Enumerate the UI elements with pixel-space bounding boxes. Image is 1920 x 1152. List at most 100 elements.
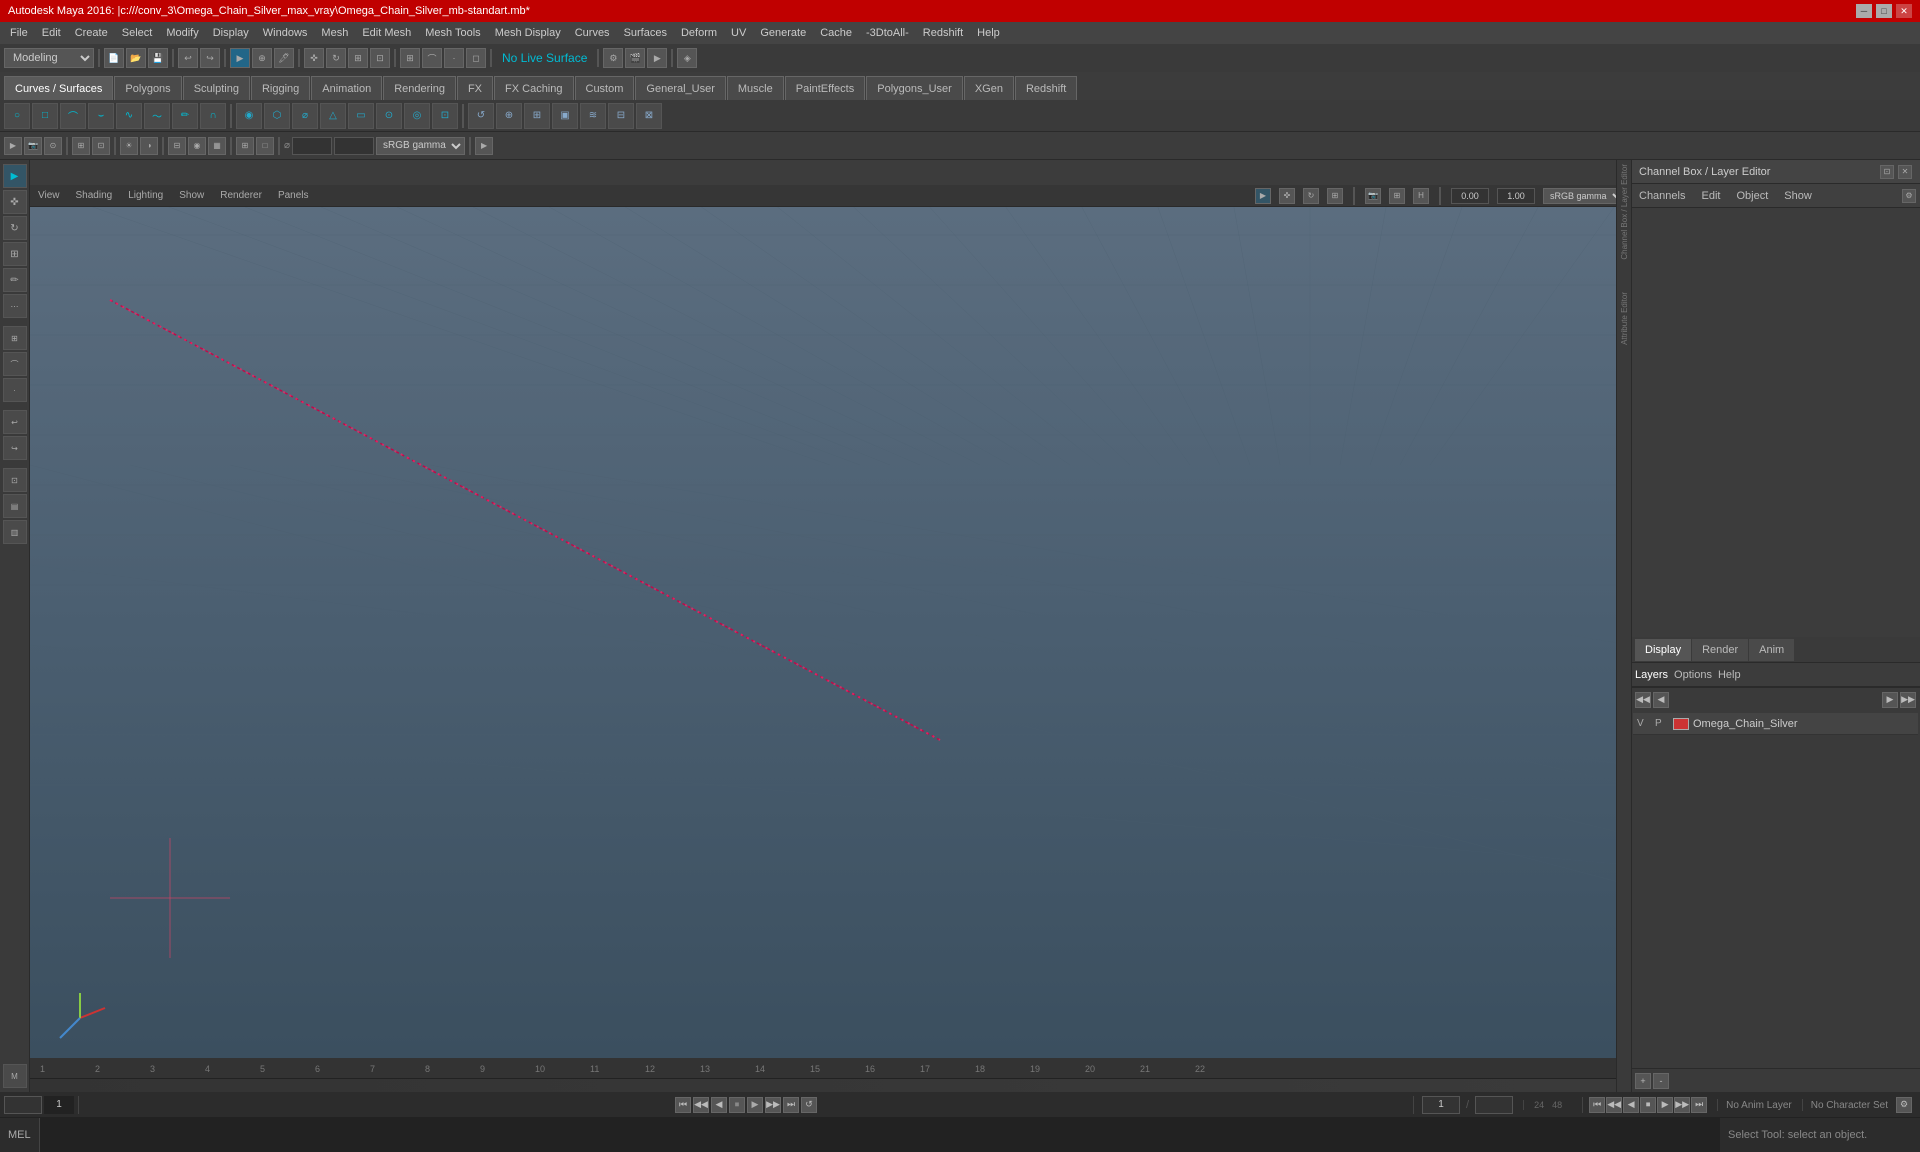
view-menu[interactable]: View <box>34 190 64 201</box>
shelf-ep-curve[interactable]: ∿ <box>116 103 142 129</box>
menu-redshift[interactable]: Redshift <box>917 25 969 41</box>
camera-btn[interactable]: 📷 <box>24 137 42 155</box>
rotate-btn[interactable]: ↻ <box>326 48 346 68</box>
tab-custom[interactable]: Custom <box>575 76 635 100</box>
vp-grid-btn[interactable]: ⊞ <box>1389 188 1405 204</box>
pb-rewind2[interactable]: ⏮ <box>1589 1097 1605 1113</box>
move-btn[interactable]: ✜ <box>304 48 324 68</box>
close-button[interactable]: ✕ <box>1896 4 1912 18</box>
maximize-button[interactable]: □ <box>1876 4 1892 18</box>
mel-btn[interactable]: M <box>3 1064 27 1088</box>
channel-tab-channels[interactable]: Channels <box>1635 188 1689 204</box>
shelf-arc[interactable]: ⌒ <box>60 103 86 129</box>
renderer-menu[interactable]: Renderer <box>216 190 266 201</box>
play-stop-btn[interactable]: ⏹ <box>729 1097 745 1113</box>
shelf-nurbs-cone[interactable]: △ <box>320 103 346 129</box>
layer-row-0[interactable]: V P Omega_Chain_Silver <box>1633 713 1918 735</box>
shadow-btn[interactable]: ◑ <box>140 137 158 155</box>
tool-rotate[interactable]: ↻ <box>3 216 27 240</box>
select-btn[interactable]: ▶ <box>230 48 250 68</box>
shelf-boundary[interactable]: ⊟ <box>608 103 634 129</box>
render-btn[interactable]: 🎬 <box>625 48 645 68</box>
shelf-nurbs-sphere[interactable]: ◉ <box>236 103 262 129</box>
vp-move-btn[interactable]: ✜ <box>1279 188 1295 204</box>
pb-prev-frame2[interactable]: ◀ <box>1623 1097 1639 1113</box>
pb-prev-key2[interactable]: ◀◀ <box>1606 1097 1622 1113</box>
tab-paint-effects[interactable]: PaintEffects <box>785 76 866 100</box>
dra-tab-render[interactable]: Render <box>1692 639 1748 661</box>
menu-modify[interactable]: Modify <box>160 25 204 41</box>
tab-polygons[interactable]: Polygons <box>114 76 181 100</box>
shelf-square-surf[interactable]: ⊠ <box>636 103 662 129</box>
tab-sculpting[interactable]: Sculpting <box>183 76 250 100</box>
frame-all-btn[interactable]: □ <box>256 137 274 155</box>
menu-mesh-tools[interactable]: Mesh Tools <box>419 25 486 41</box>
shelf-nurbs-torus[interactable]: ⊙ <box>376 103 402 129</box>
shelf-birail[interactable]: ≋ <box>580 103 606 129</box>
snap-curve-btn[interactable]: ⌒ <box>422 48 442 68</box>
tool-scale[interactable]: ⊞ <box>3 242 27 266</box>
view-manip-btn[interactable]: ▶ <box>4 137 22 155</box>
tool-snap-point[interactable]: · <box>3 378 27 402</box>
shelf-3pt-arc[interactable]: ∩ <box>200 103 226 129</box>
layer-playback-0[interactable]: P <box>1655 718 1669 729</box>
save-file-btn[interactable]: 💾 <box>148 48 168 68</box>
tool-snap-curve[interactable]: ⌒ <box>3 352 27 376</box>
menu-surfaces[interactable]: Surfaces <box>618 25 673 41</box>
shelf-nurbs-square[interactable]: ⊡ <box>432 103 458 129</box>
menu-edit-mesh[interactable]: Edit Mesh <box>356 25 417 41</box>
tab-curves-surfaces[interactable]: Curves / Surfaces <box>4 76 113 100</box>
play-next-frame-btn[interactable]: ▶▶ <box>765 1097 781 1113</box>
ipr-btn[interactable]: ▶ <box>647 48 667 68</box>
scale-btn[interactable]: ⊞ <box>348 48 368 68</box>
snap-grid-btn[interactable]: ⊞ <box>400 48 420 68</box>
channel-tab-edit[interactable]: Edit <box>1697 188 1724 204</box>
layer-add-btn[interactable]: + <box>1635 1073 1651 1089</box>
tool-snap-grid[interactable]: ⊞ <box>3 326 27 350</box>
vp-rotate-btn[interactable]: ↻ <box>1303 188 1319 204</box>
vp-gamma-select[interactable]: sRGB gamma <box>1543 188 1626 204</box>
render-preview-btn[interactable]: ▶ <box>475 137 493 155</box>
lasso-btn[interactable]: ⊕ <box>252 48 272 68</box>
tab-xgen[interactable]: XGen <box>964 76 1014 100</box>
shelf-cv-curve[interactable]: ⌣ <box>88 103 114 129</box>
layers-tab-layers[interactable]: Layers <box>1635 669 1668 681</box>
pb-stop2[interactable]: ⏹ <box>1640 1097 1656 1113</box>
menu-file[interactable]: File <box>4 25 34 41</box>
channel-tab-show[interactable]: Show <box>1780 188 1816 204</box>
far-clip-input[interactable]: 1.00 <box>334 137 374 155</box>
shelf-planar[interactable]: ▣ <box>552 103 578 129</box>
channel-box-tab-label[interactable]: Channel Box / Layer Editor <box>1620 160 1629 268</box>
dra-tab-anim[interactable]: Anim <box>1749 639 1794 661</box>
pb-next-frame2[interactable]: ▶▶ <box>1674 1097 1690 1113</box>
play-prev-key-btn[interactable]: ◀◀ <box>693 1097 709 1113</box>
shelf-circle[interactable]: ○ <box>4 103 30 129</box>
layer-nav-next[interactable]: ▶ <box>1882 692 1898 708</box>
gamma-select[interactable]: sRGB gamma <box>376 137 465 155</box>
tab-general-user[interactable]: General_User <box>635 76 725 100</box>
tool-move[interactable]: ✜ <box>3 190 27 214</box>
layer-nav-rewind[interactable]: ◀◀ <box>1635 692 1651 708</box>
tab-fx-caching[interactable]: FX Caching <box>494 76 573 100</box>
grid-btn[interactable]: ⊞ <box>72 137 90 155</box>
redo-btn[interactable]: ↪ <box>200 48 220 68</box>
rp-float-btn[interactable]: ⊡ <box>1880 165 1894 179</box>
menu-mesh-display[interactable]: Mesh Display <box>489 25 567 41</box>
undo-btn[interactable]: ↩ <box>178 48 198 68</box>
layers-tab-help[interactable]: Help <box>1718 669 1741 681</box>
lighting-menu[interactable]: Lighting <box>124 190 167 201</box>
shelf-revolve[interactable]: ↺ <box>468 103 494 129</box>
render-settings-btn[interactable]: ⚙ <box>603 48 623 68</box>
panels-menu[interactable]: Panels <box>274 190 313 201</box>
range-bar[interactable] <box>30 1078 1630 1092</box>
end-frame-input[interactable]: 24 <box>1475 1096 1513 1114</box>
vp-hud-btn[interactable]: H <box>1413 188 1429 204</box>
tab-rigging[interactable]: Rigging <box>251 76 310 100</box>
hypershade-btn[interactable]: ◈ <box>677 48 697 68</box>
menu-uv[interactable]: UV <box>725 25 752 41</box>
tool-group2[interactable]: ▤ <box>3 494 27 518</box>
shelf-loft[interactable]: ⊞ <box>524 103 550 129</box>
vp-input1[interactable] <box>1451 188 1489 204</box>
vp-camera-btn[interactable]: 📷 <box>1365 188 1381 204</box>
tool-paint[interactable]: ✏ <box>3 268 27 292</box>
